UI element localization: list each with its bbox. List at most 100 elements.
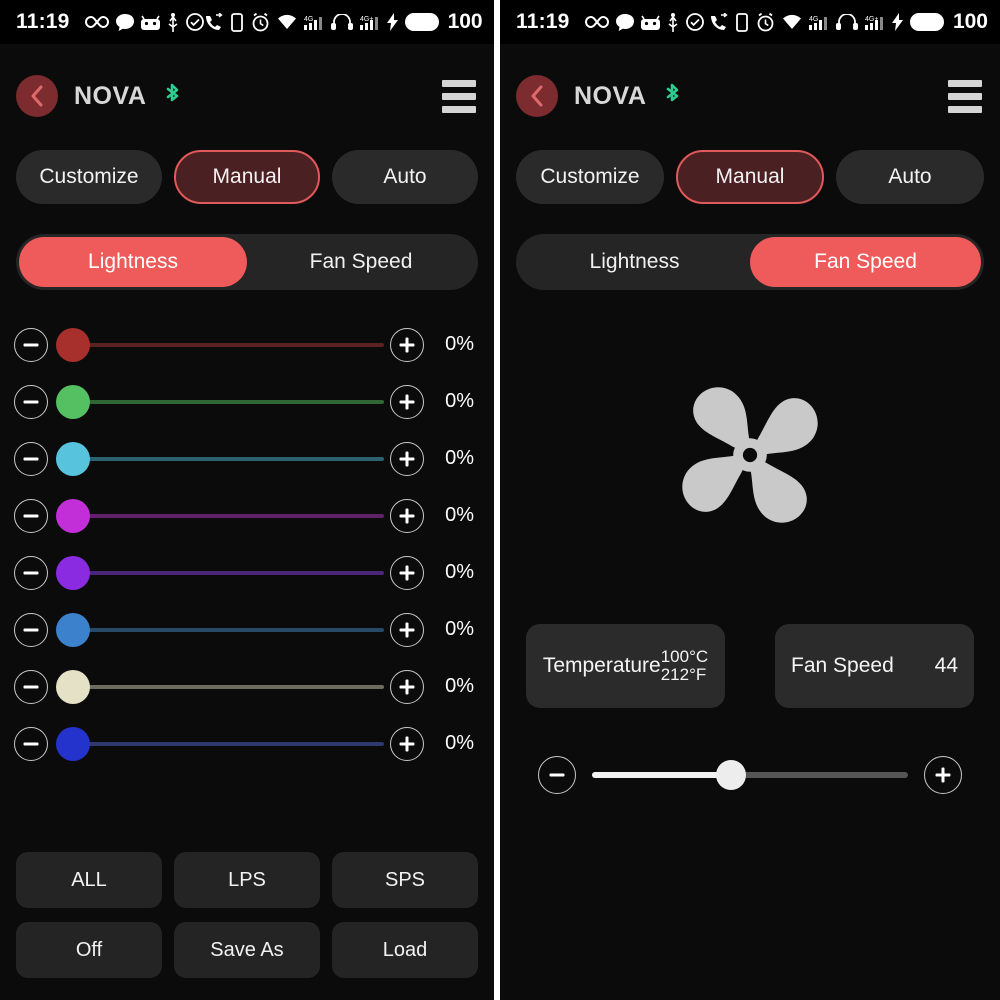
sps-button[interactable]: SPS [332, 852, 478, 908]
decrease-button-purple[interactable] [14, 555, 48, 590]
slider-thumb[interactable] [56, 669, 90, 704]
slider-row-blue: 0% [14, 601, 480, 658]
slider-rail [74, 399, 384, 404]
slider-green[interactable] [56, 384, 384, 419]
mode-tab-auto[interactable]: Auto [332, 150, 478, 204]
increase-button-indigo[interactable] [390, 726, 424, 761]
slider-value-cyan: 0% [445, 447, 474, 469]
slider-blue[interactable] [56, 612, 384, 647]
temperature-values: 100°C 212°F [660, 647, 708, 685]
slider-row-magenta: 0% [14, 487, 480, 544]
decrease-button-blue[interactable] [14, 612, 48, 647]
slider-thumb[interactable] [56, 555, 90, 590]
increase-button-magenta[interactable] [390, 498, 424, 533]
slider-indigo[interactable] [56, 726, 384, 761]
svg-text:4G: 4G [304, 16, 313, 23]
decrease-button-cream[interactable] [14, 669, 48, 704]
hamburger-menu-icon[interactable] [948, 79, 982, 113]
usb-icon [667, 12, 679, 32]
left-segmented-control: Lightness Fan Speed [16, 234, 478, 290]
slider-row-cyan: 0% [14, 430, 480, 487]
hamburger-menu-icon[interactable] [442, 79, 476, 113]
decrease-button-red[interactable] [14, 327, 48, 362]
slider-thumb[interactable] [56, 384, 90, 419]
slider-row-cream: 0% [14, 658, 480, 715]
segment-fan-speed[interactable]: Fan Speed [750, 237, 981, 287]
slider-thumb[interactable] [56, 498, 90, 533]
signal-4gplus-icon: 4G+ [864, 14, 885, 31]
android-head-icon [640, 15, 660, 30]
segment-lightness[interactable]: Lightness [19, 237, 247, 287]
slider-red[interactable] [56, 327, 384, 362]
slider-cyan[interactable] [56, 441, 384, 476]
svg-text:4G: 4G [809, 16, 818, 23]
app-header: NOVA [0, 62, 494, 130]
slider-rail [74, 741, 384, 746]
fan-speed-label: Fan Speed [791, 654, 894, 677]
temperature-fahrenheit: 212°F [660, 665, 707, 684]
back-button[interactable] [16, 75, 58, 117]
fan-speed-card: Fan Speed 44 [775, 624, 974, 708]
mode-tab-manual[interactable]: Manual [676, 150, 824, 204]
fan-speed-slider[interactable] [592, 756, 908, 794]
preset-button-row-2: Off Save As Load [16, 922, 478, 978]
status-time: 11:19 [16, 10, 70, 33]
slider-purple[interactable] [56, 555, 384, 590]
slider-thumb[interactable] [56, 441, 90, 476]
decrease-button-indigo[interactable] [14, 726, 48, 761]
save-as-button[interactable]: Save As [174, 922, 320, 978]
mode-tab-customize[interactable]: Customize [16, 150, 162, 204]
back-button[interactable] [516, 75, 558, 117]
mode-tab-auto[interactable]: Auto [836, 150, 984, 204]
lightness-slider-list: 0% 0% 0% 0% 0% 0% 0% 0% [0, 316, 494, 772]
slider-rail [74, 456, 384, 461]
fan-slider-thumb[interactable] [716, 760, 747, 790]
segment-fan-speed[interactable]: Fan Speed [247, 237, 475, 287]
increase-button-purple[interactable] [390, 555, 424, 590]
wifi-icon [277, 14, 297, 30]
alarm-icon [756, 12, 775, 32]
usb-icon [167, 12, 179, 32]
bluetooth-icon [162, 82, 182, 110]
status-cards: Temperature 100°C 212°F Fan Speed 44 [500, 624, 1000, 708]
lps-button[interactable]: LPS [174, 852, 320, 908]
fan-speed-increase-button[interactable] [924, 756, 962, 794]
slider-thumb[interactable] [56, 726, 90, 761]
increase-button-green[interactable] [390, 384, 424, 419]
increase-button-red[interactable] [390, 327, 424, 362]
check-circle-icon [685, 13, 704, 31]
slider-value-green: 0% [445, 390, 474, 412]
hd-audio-icon: HD [330, 14, 353, 30]
mode-tab-customize[interactable]: Customize [516, 150, 664, 204]
slider-thumb[interactable] [56, 612, 90, 647]
off-button[interactable]: Off [16, 922, 162, 978]
increase-button-blue[interactable] [390, 612, 424, 647]
status-time: 11:19 [516, 10, 570, 33]
increase-button-cyan[interactable] [390, 441, 424, 476]
increase-button-cream[interactable] [390, 669, 424, 704]
slider-rail [74, 684, 384, 689]
slider-magenta[interactable] [56, 498, 384, 533]
all-button[interactable]: ALL [16, 852, 162, 908]
slider-value-cream: 0% [445, 675, 474, 697]
left-phone-panel: 11:19 4G HD 4G+ 100 NOVA Customize Manua… [0, 0, 494, 1000]
load-button[interactable]: Load [332, 922, 478, 978]
slider-thumb[interactable] [56, 327, 90, 362]
call-forward-icon [709, 12, 728, 32]
fan-speed-decrease-button[interactable] [538, 756, 576, 794]
decrease-button-green[interactable] [14, 384, 48, 419]
battery-icon [909, 13, 944, 31]
slider-rail [74, 342, 384, 347]
battery-percent: 100 [952, 10, 988, 33]
decrease-button-magenta[interactable] [14, 498, 48, 533]
temperature-card: Temperature 100°C 212°F [526, 624, 725, 708]
segment-lightness[interactable]: Lightness [519, 237, 750, 287]
status-bar-right: 4G HD 4G+ 100 [709, 10, 988, 34]
slider-cream[interactable] [56, 669, 384, 704]
decrease-button-cyan[interactable] [14, 441, 48, 476]
slider-rail [74, 513, 384, 518]
mode-tab-manual[interactable]: Manual [174, 150, 320, 204]
status-bar-left: 11:19 [16, 10, 204, 34]
fan-speed-slider-row [500, 750, 1000, 800]
slider-row-green: 0% [14, 373, 480, 430]
